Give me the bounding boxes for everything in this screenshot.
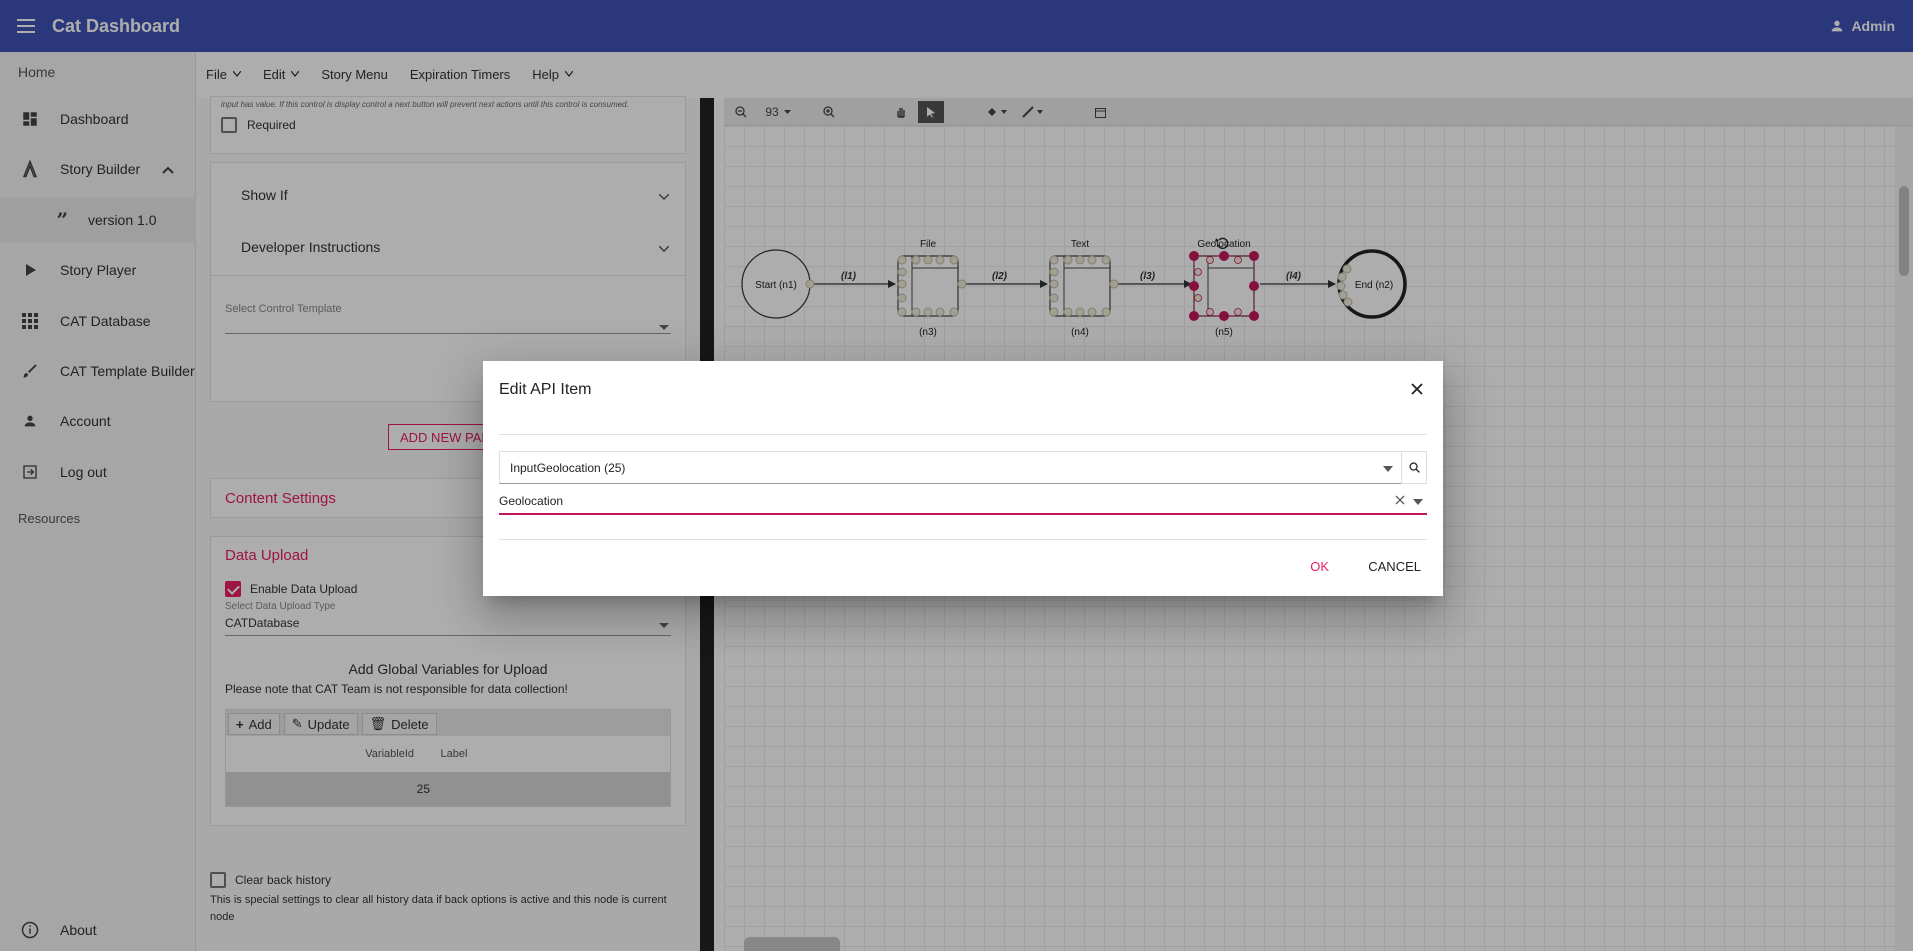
api-field-combobox[interactable] [499,489,1427,515]
divider [499,539,1427,540]
divider [499,434,1427,435]
cancel-button[interactable]: CANCEL [1368,554,1421,578]
caret-down-icon[interactable] [1413,494,1423,508]
api-field-input[interactable] [499,494,1349,508]
api-item-select-value: InputGeolocation (25) [510,460,626,475]
caret-down-icon [1383,461,1393,475]
clear-icon[interactable] [1395,494,1405,508]
api-item-select[interactable]: InputGeolocation (25) [499,451,1406,484]
ok-button[interactable]: OK [1310,554,1329,578]
close-icon[interactable] [1407,379,1427,399]
dialog-title: Edit API Item [499,381,592,398]
search-button[interactable] [1401,451,1427,484]
search-icon [1408,462,1420,473]
edit-api-item-dialog: Edit API Item InputGeolocation (25) OK C… [483,361,1443,596]
